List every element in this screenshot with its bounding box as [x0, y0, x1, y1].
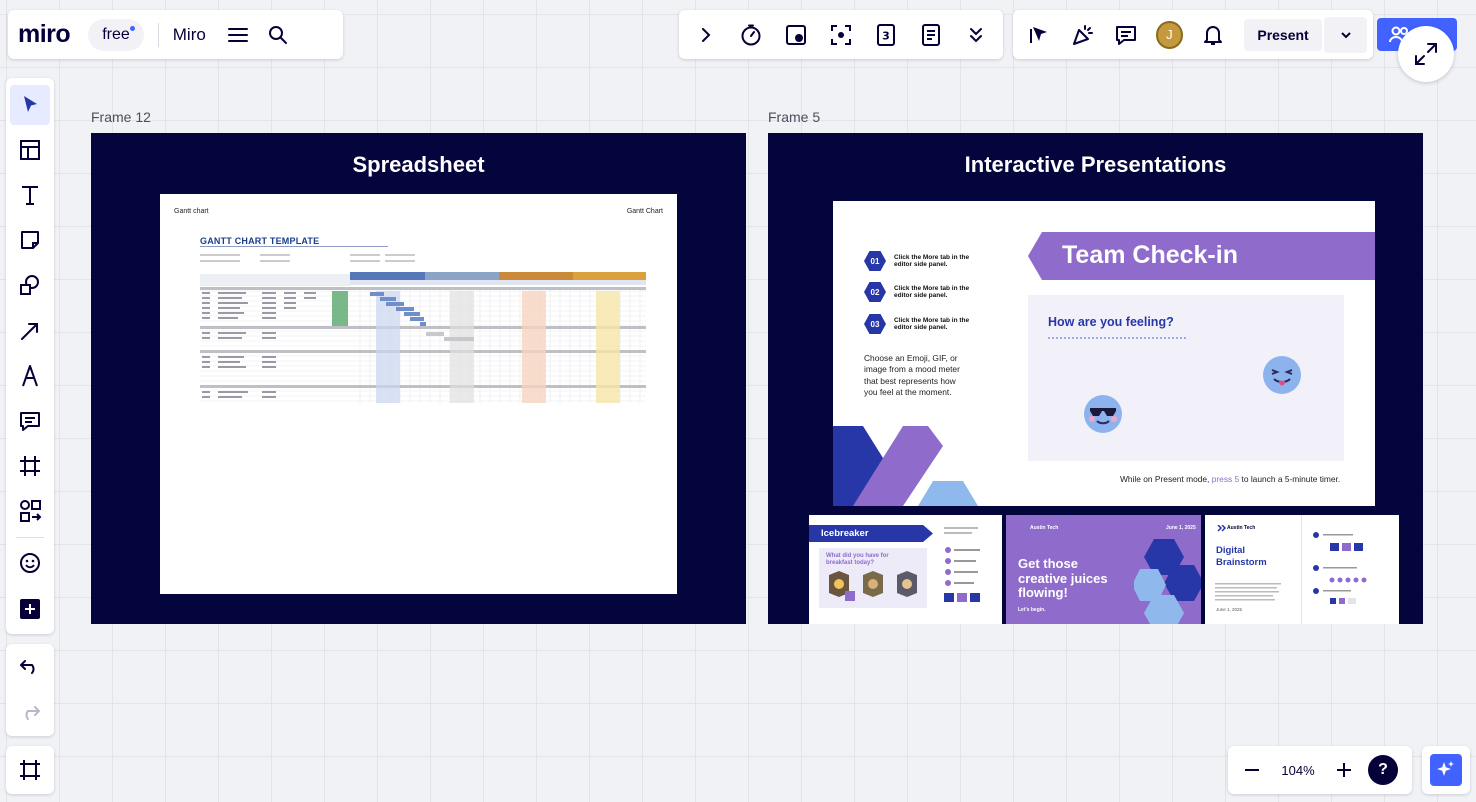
- help-icon[interactable]: ?: [1368, 755, 1398, 785]
- timer-icon[interactable]: [733, 17, 769, 53]
- frame-label[interactable]: Frame 12: [91, 109, 151, 125]
- digital-brainstorm-thumbnail[interactable]: Austin Tech Digital Brainstorm June 1, 2…: [1205, 515, 1399, 624]
- present-button[interactable]: Present: [1244, 18, 1323, 51]
- frame-title: Spreadsheet: [352, 152, 485, 177]
- slide-footer-key: press 5: [1211, 474, 1240, 484]
- frame-spreadsheet[interactable]: Spreadsheet Gantt chart Gantt Chart GANT…: [91, 133, 746, 624]
- frame-interactive-presentations[interactable]: Interactive Presentations Team Check-in …: [768, 133, 1423, 624]
- sheet-header-left: Gantt chart: [174, 208, 209, 215]
- connector-arrow-icon[interactable]: [10, 311, 50, 351]
- focus-frame-icon[interactable]: [823, 17, 859, 53]
- step-number-badge: 02: [864, 282, 886, 302]
- breakfast-images: [829, 571, 917, 601]
- creative-juices-thumbnail[interactable]: Austin Tech June 1, 2025 Get those creat…: [1006, 515, 1201, 624]
- thumbnail-date: June 1, 2025: [1166, 525, 1196, 531]
- frame-label[interactable]: Frame 5: [768, 109, 820, 125]
- gantt-sheet-preview[interactable]: Gantt chart Gantt Chart GANTT CHART TEMP…: [160, 194, 677, 594]
- slide-instructions: Choose an Emoji, GIF, or image from a mo…: [864, 353, 960, 398]
- thumbnail-question: What did you have for breakfast today?: [826, 553, 889, 566]
- hamburger-menu-icon[interactable]: [220, 17, 256, 53]
- decorative-chevrons: [833, 426, 978, 506]
- step-text: Click the More tab in the editor side pa…: [894, 254, 970, 268]
- bell-icon[interactable]: [1191, 17, 1234, 53]
- board-header: miro free Miro: [8, 10, 343, 59]
- pen-icon[interactable]: [10, 356, 50, 396]
- sunglasses-emoji-icon: [1084, 395, 1122, 433]
- board-name[interactable]: Miro: [173, 25, 206, 45]
- cursor-icon[interactable]: [1019, 17, 1062, 53]
- frame-icon[interactable]: [10, 446, 50, 486]
- counter-label: 3: [882, 29, 890, 42]
- notes-icon[interactable]: [913, 17, 949, 53]
- undo-icon[interactable]: [12, 649, 48, 685]
- dotted-underline: [1048, 337, 1186, 339]
- thumbnail-brand: Austin Tech: [1030, 525, 1059, 531]
- tongue-emoji-icon: [1263, 356, 1301, 394]
- thumbnail-title: Icebreaker: [821, 528, 869, 539]
- redo-icon[interactable]: [12, 695, 48, 731]
- counter-icon[interactable]: 3: [868, 17, 904, 53]
- hexagon-pattern: [1134, 539, 1201, 624]
- present-dropdown-button[interactable]: [1324, 16, 1367, 53]
- search-icon[interactable]: [260, 17, 296, 53]
- thumbnail-sub: Let's begin.: [1018, 607, 1046, 613]
- emoji-sticker-icon[interactable]: [10, 543, 50, 583]
- slide-footer-text: to launch a 5-minute timer.: [1239, 474, 1341, 484]
- comment-icon[interactable]: [1105, 17, 1148, 53]
- collaboration-bar: J Present: [1013, 10, 1373, 59]
- frame-title: Interactive Presentations: [964, 152, 1227, 177]
- sheet-header-right: Gantt Chart: [626, 208, 663, 215]
- mood-card: How are you feeling?: [1028, 295, 1344, 461]
- templates-icon[interactable]: [10, 130, 50, 170]
- board-tools-bar: 3: [679, 10, 1003, 59]
- step-text: Click the More tab in the editor side pa…: [894, 317, 970, 331]
- step-number-badge: 03: [864, 314, 886, 334]
- plan-dot-icon: [129, 25, 135, 31]
- diagram-icon[interactable]: [10, 491, 50, 531]
- thumbnail-headline: Get those creative juices flowing!: [1018, 556, 1108, 600]
- zoom-out-icon[interactable]: [1234, 752, 1270, 788]
- step-text: Click the More tab in the editor side pa…: [894, 285, 970, 299]
- text-icon[interactable]: [10, 175, 50, 215]
- zoom-in-icon[interactable]: [1326, 752, 1362, 788]
- card-icon[interactable]: [778, 17, 814, 53]
- slide-footer: While on Present mode, press 5 to launch…: [1120, 474, 1340, 485]
- expand-icon[interactable]: [1398, 26, 1454, 82]
- plan-badge-label: free: [102, 25, 130, 43]
- zoom-controls: 104% ?: [1228, 746, 1412, 794]
- sparkle-icon[interactable]: [1430, 754, 1462, 786]
- more-tools-icon[interactable]: [958, 17, 994, 53]
- sticky-note-icon[interactable]: [10, 220, 50, 260]
- creation-toolbar: [6, 78, 54, 634]
- zoom-level[interactable]: 104%: [1270, 763, 1326, 778]
- thumbnail-details: [1215, 525, 1367, 604]
- chevron-right-icon[interactable]: [688, 17, 724, 53]
- slide-banner-title: Team Check-in: [1062, 241, 1238, 269]
- more-apps-icon[interactable]: [10, 589, 50, 629]
- thumbnail-steps: [944, 527, 980, 602]
- chevron-down-icon: [1340, 31, 1351, 38]
- avatar[interactable]: J: [1155, 20, 1184, 49]
- slide-footer-text: While on Present mode,: [1120, 474, 1212, 484]
- divider: [157, 22, 159, 47]
- icebreaker-thumbnail[interactable]: Icebreaker What did you have for breakfa…: [809, 515, 1002, 624]
- frames-list-icon[interactable]: [6, 746, 54, 794]
- miro-logo[interactable]: miro: [18, 20, 71, 49]
- comment-icon[interactable]: [10, 401, 50, 441]
- history-panel: [6, 644, 54, 736]
- celebrate-icon[interactable]: [1062, 17, 1105, 53]
- ai-assist-panel: [1422, 746, 1470, 794]
- gantt-title: GANTT CHART TEMPLATE: [200, 236, 320, 246]
- mood-question: How are you feeling?: [1048, 315, 1174, 329]
- slide-banner: Team Check-in: [1028, 232, 1375, 280]
- plan-badge[interactable]: free: [88, 18, 144, 51]
- toolbar-divider: [16, 536, 44, 538]
- step-number-badge: 01: [864, 251, 886, 271]
- gantt-grid-graphic: [200, 246, 646, 403]
- shapes-icon[interactable]: [10, 265, 50, 305]
- team-checkin-slide[interactable]: Team Check-in 01 Click the More tab in t…: [833, 201, 1375, 506]
- select-icon[interactable]: [10, 84, 50, 125]
